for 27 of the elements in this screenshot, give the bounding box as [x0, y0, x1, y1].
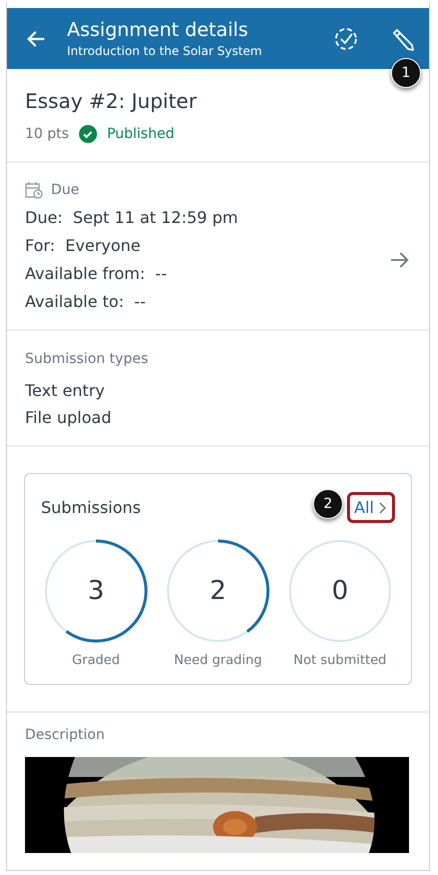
- assignment-title: Essay #2: Jupiter: [25, 89, 198, 113]
- section-heading: Description: [25, 727, 106, 743]
- stat-label: Need grading: [174, 653, 262, 668]
- all-submissions-link[interactable]: All: [347, 492, 395, 523]
- header-title: Assignment details: [67, 19, 250, 41]
- submission-type: Text entry: [25, 381, 106, 400]
- calendar-clock-icon: [25, 181, 43, 199]
- section-heading: Due: [51, 182, 80, 198]
- callout-marker: 1: [391, 58, 421, 88]
- due-detail-line: For: Everyone: [25, 236, 142, 255]
- stat-count: 3: [88, 576, 104, 606]
- stat-label: Not submitted: [294, 653, 386, 668]
- dashed-check-circle-icon[interactable]: [333, 26, 359, 52]
- header-subtitle: Introduction to the Solar System: [67, 44, 263, 58]
- status-label: Published: [106, 126, 174, 142]
- stat-count: 0: [332, 576, 348, 606]
- due-detail-line: Available to: --: [25, 292, 147, 311]
- callout-marker: 2: [313, 489, 343, 519]
- chevron-right-icon: [378, 502, 386, 514]
- stat-label: Graded: [72, 653, 120, 668]
- submission-type: File upload: [25, 408, 112, 427]
- card-title: Submissions: [41, 498, 141, 517]
- points-label: 10 pts: [25, 126, 69, 142]
- due-detail-line: Available from: --: [25, 264, 168, 283]
- due-detail-line: Due: Sept 11 at 12:59 pm: [25, 208, 238, 227]
- section-heading: Submission types: [25, 351, 150, 367]
- stat-count: 2: [210, 576, 226, 606]
